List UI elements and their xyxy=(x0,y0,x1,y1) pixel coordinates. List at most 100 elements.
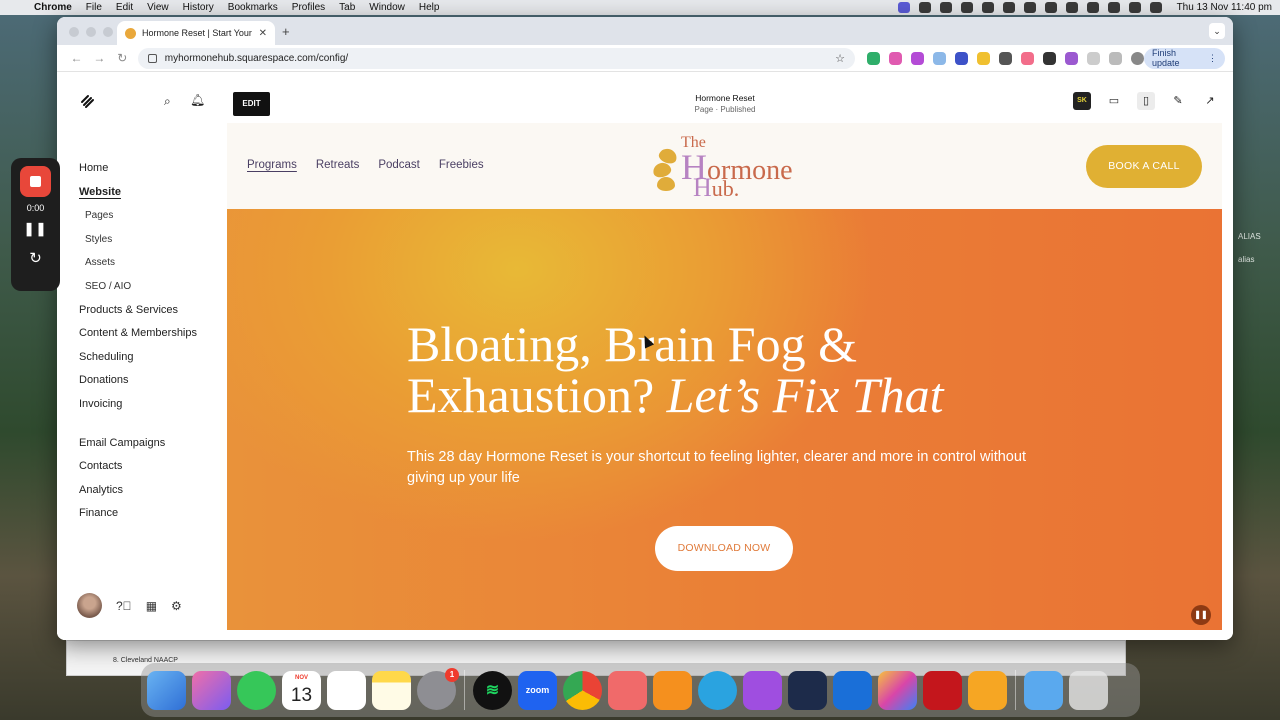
close-window-button[interactable] xyxy=(69,27,79,37)
extension-icon[interactable] xyxy=(1021,51,1034,65)
site-nav-programs[interactable]: Programs xyxy=(247,159,297,171)
control-center-icon[interactable] xyxy=(1128,2,1141,13)
squarespace-logo-icon[interactable] xyxy=(79,93,95,109)
system-settings-app-icon[interactable]: 1 xyxy=(417,667,459,710)
browser-tab-active[interactable]: Hormone Reset | Start Your H ✕ xyxy=(117,21,275,45)
extensions-puzzle-icon[interactable] xyxy=(1087,51,1100,65)
chrome-app-icon[interactable] xyxy=(563,670,602,710)
sk-extension-button[interactable]: SK xyxy=(1073,92,1091,110)
sidebar-item-pages[interactable]: Pages xyxy=(79,204,197,228)
affinity-app-icon[interactable] xyxy=(833,670,872,710)
extension-icon[interactable] xyxy=(933,51,946,65)
menubar-clock[interactable]: Thu 13 Nov 11:40 pm xyxy=(1177,2,1272,13)
spotlight-search-icon[interactable] xyxy=(1107,2,1120,13)
mobile-view-icon[interactable]: ▯ xyxy=(1137,92,1155,110)
calendar-app-icon[interactable]: NOV 13 xyxy=(282,670,321,710)
menu-bookmarks[interactable]: Bookmarks xyxy=(228,2,278,13)
menu-history[interactable]: History xyxy=(183,2,214,13)
podcasts-app-icon[interactable] xyxy=(743,670,782,710)
sidebar-item-seo[interactable]: SEO / AIO xyxy=(79,275,197,299)
color-app-icon[interactable] xyxy=(878,670,917,710)
address-bar[interactable]: myhormonehub.squarespace.com/config/ ☆ xyxy=(137,47,855,69)
sidebar-item-assets[interactable]: Assets xyxy=(79,251,197,275)
close-tab-icon[interactable]: ✕ xyxy=(259,28,267,39)
extension-icon[interactable] xyxy=(911,51,924,65)
background-pause-icon[interactable]: ❚❚ xyxy=(1191,605,1211,625)
apps-grid-icon[interactable]: ▦ xyxy=(146,599,157,613)
extension-grid-icon[interactable] xyxy=(999,51,1012,65)
sidebar-item-content-memberships[interactable]: Content & Memberships xyxy=(79,322,197,346)
siri-icon[interactable] xyxy=(1149,2,1162,13)
sidebar-item-styles[interactable]: Styles xyxy=(79,228,197,252)
stop-recording-button[interactable] xyxy=(20,166,51,197)
site-nav-freebies[interactable]: Freebies xyxy=(439,159,484,171)
finder-app-icon[interactable] xyxy=(147,670,186,710)
books-app-icon[interactable] xyxy=(653,670,692,710)
launchpad-app-icon[interactable] xyxy=(192,670,231,710)
tray-app-icon[interactable] xyxy=(1002,2,1015,13)
extension-icon[interactable] xyxy=(955,51,968,65)
book-a-call-button[interactable]: BOOK A CALL xyxy=(1086,145,1202,188)
minimize-window-button[interactable] xyxy=(86,27,96,37)
asana-app-icon[interactable] xyxy=(608,670,647,710)
sidebar-item-website[interactable]: Website xyxy=(79,181,197,205)
screen-record-tray-icon[interactable] xyxy=(897,2,910,13)
dropbox-tray-icon[interactable] xyxy=(1023,2,1036,13)
tab-search-chevron-icon[interactable]: ⌄ xyxy=(1209,23,1225,39)
reload-icon[interactable]: ↻ xyxy=(111,51,134,65)
site-nav-retreats[interactable]: Retreats xyxy=(316,159,359,171)
pause-recording-icon[interactable]: ❚❚ xyxy=(24,221,48,237)
address-url[interactable]: myhormonehub.squarespace.com/config/ xyxy=(165,53,835,64)
tray-app-icon[interactable] xyxy=(981,2,994,13)
sidebar-item-home[interactable]: Home xyxy=(79,157,197,181)
settings-gear-icon[interactable]: ⚙ xyxy=(171,599,182,613)
downloads-folder-icon[interactable] xyxy=(1024,670,1063,710)
telegram-app-icon[interactable] xyxy=(698,670,737,710)
sidebar-item-donations[interactable]: Donations xyxy=(79,369,197,393)
open-external-arrow-icon[interactable]: ↗ xyxy=(1201,92,1219,110)
extension-icon[interactable] xyxy=(1043,51,1056,65)
trash-icon[interactable] xyxy=(1069,670,1108,710)
notes-app-icon[interactable] xyxy=(372,670,411,710)
downloads-icon[interactable] xyxy=(1109,51,1122,65)
extension-icon[interactable] xyxy=(1065,51,1078,65)
extension-icon[interactable] xyxy=(977,51,990,65)
sidebar-item-contacts[interactable]: Contacts xyxy=(79,455,197,479)
reminders-app-icon[interactable] xyxy=(327,670,366,710)
sidebar-item-products-services[interactable]: Products & Services xyxy=(79,299,197,323)
desktop-view-icon[interactable]: ▭ xyxy=(1105,92,1123,110)
menu-window[interactable]: Window xyxy=(369,2,405,13)
pages-app-icon[interactable] xyxy=(968,670,1007,710)
edit-button[interactable]: EDIT xyxy=(233,92,270,116)
sidebar-item-scheduling[interactable]: Scheduling xyxy=(79,346,197,370)
user-avatar[interactable] xyxy=(77,593,102,618)
menu-tab[interactable]: Tab xyxy=(339,2,355,13)
play-tray-icon[interactable] xyxy=(1065,2,1078,13)
back-arrow-icon[interactable]: ← xyxy=(65,51,88,65)
forward-arrow-icon[interactable]: → xyxy=(88,51,111,65)
tray-app-icon[interactable] xyxy=(1044,2,1057,13)
bookmark-star-icon[interactable]: ☆ xyxy=(835,52,845,65)
site-nav-podcast[interactable]: Podcast xyxy=(378,159,420,171)
site-styles-brush-icon[interactable]: ✎ xyxy=(1169,92,1187,110)
site-logo[interactable]: The Hormone Hub. xyxy=(647,133,807,201)
restart-recording-icon[interactable]: ↻ xyxy=(29,249,42,267)
zoom-tray-icon[interactable] xyxy=(939,2,952,13)
help-icon[interactable]: ?⃝ xyxy=(116,599,132,613)
sidebar-item-finance[interactable]: Finance xyxy=(79,502,197,526)
testflight-app-icon[interactable] xyxy=(788,670,827,710)
menu-view[interactable]: View xyxy=(147,2,169,13)
sidebar-item-invoicing[interactable]: Invoicing xyxy=(79,393,197,417)
tray-app-icon[interactable] xyxy=(960,2,973,13)
menu-file[interactable]: File xyxy=(86,2,102,13)
finish-update-button[interactable]: Finish update ⋮ xyxy=(1144,47,1225,69)
zoom-window-button[interactable] xyxy=(103,27,113,37)
download-now-button[interactable]: DOWNLOAD NOW xyxy=(655,526,793,571)
spotify-app-icon[interactable]: ≋ xyxy=(473,670,512,710)
search-icon[interactable]: ⌕ xyxy=(164,94,171,109)
tray-app-icon[interactable] xyxy=(918,2,931,13)
profile-avatar-icon[interactable] xyxy=(1131,51,1144,65)
menu-profiles[interactable]: Profiles xyxy=(292,2,325,13)
new-tab-button[interactable]: + xyxy=(282,24,290,39)
extension-grammarly-icon[interactable] xyxy=(867,51,880,65)
